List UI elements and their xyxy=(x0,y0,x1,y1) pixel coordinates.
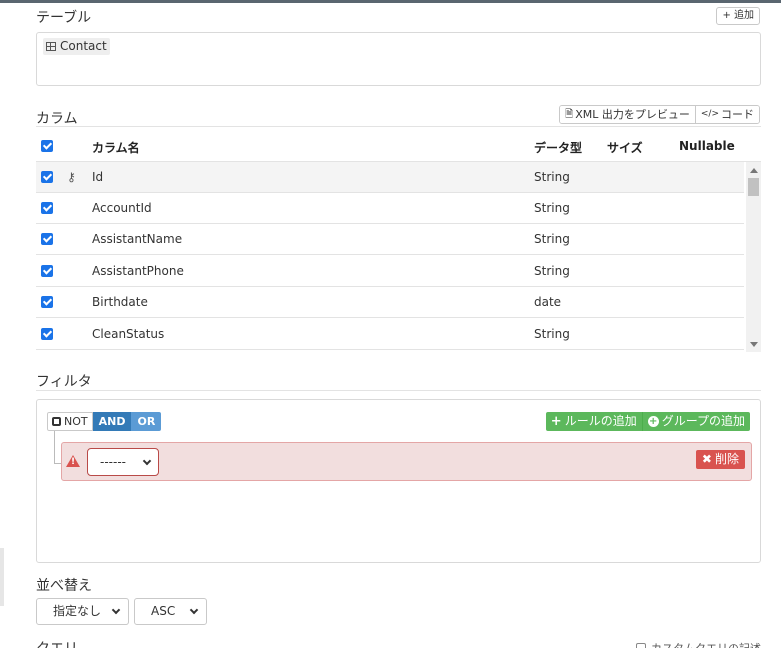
select-all-checkbox[interactable] xyxy=(41,140,53,152)
logic-toggle-group: NOT AND OR xyxy=(47,412,162,431)
delete-label: 削除 xyxy=(714,452,739,466)
column-name: AssistantPhone xyxy=(92,264,184,278)
scroll-down-icon[interactable] xyxy=(750,342,758,347)
table-row[interactable]: Birthdate date xyxy=(36,287,744,318)
column-name: Birthdate xyxy=(92,295,148,309)
divider xyxy=(36,390,761,391)
column-name: AssistantName xyxy=(92,232,183,246)
columns-table-body: ⚷ Id String AccountId String AssistantNa… xyxy=(36,161,761,352)
column-name: Id xyxy=(92,170,104,184)
chevron-down-icon xyxy=(142,456,152,466)
column-type: String xyxy=(534,201,570,215)
table-grid-icon xyxy=(46,42,56,51)
add-rule-button[interactable]: + ルールの追加 xyxy=(545,412,642,431)
row-checkbox[interactable] xyxy=(41,328,53,340)
xml-preview-label: XML 出力をプレビュー xyxy=(575,108,690,121)
add-rule-label: ルールの追加 xyxy=(564,414,637,428)
plus-icon: + xyxy=(550,414,562,429)
filter-builder: NOT AND OR + ルールの追加 + グループの追加 ------ ✖ 削… xyxy=(36,399,761,563)
code-button-label: コード xyxy=(721,108,754,121)
table-chip-label: Contact xyxy=(60,39,107,53)
sort-field-value: 指定なし xyxy=(53,604,102,618)
divider xyxy=(36,126,761,127)
columns-scrollbar[interactable] xyxy=(746,162,761,352)
header-nullable: Nullable xyxy=(679,139,735,153)
row-checkbox[interactable] xyxy=(41,171,53,183)
scroll-thumb[interactable] xyxy=(748,178,759,196)
column-type: String xyxy=(534,264,570,278)
column-type: String xyxy=(534,170,570,184)
not-toggle[interactable]: NOT xyxy=(47,412,93,431)
xml-preview-button[interactable]: 🗎 XML 出力をプレビュー xyxy=(560,106,695,123)
code-icon: </> xyxy=(700,109,719,119)
add-group-label: グループの追加 xyxy=(661,414,745,428)
column-type: String xyxy=(534,327,570,341)
sort-field-select[interactable]: 指定なし xyxy=(36,598,129,625)
warning-icon xyxy=(66,455,80,467)
column-type: date xyxy=(534,295,562,309)
checkbox-icon xyxy=(52,417,61,426)
columns-toolbar: 🗎 XML 出力をプレビュー </> コード xyxy=(559,105,760,124)
or-button[interactable]: OR xyxy=(131,412,162,431)
scroll-up-icon[interactable] xyxy=(750,168,758,173)
close-icon: ✖ xyxy=(701,452,712,466)
sort-order-value: ASC xyxy=(151,604,176,618)
sort-order-select[interactable]: ASC xyxy=(134,598,207,625)
column-name: AccountId xyxy=(92,201,152,215)
plus-circle-icon: + xyxy=(647,416,659,427)
table-row[interactable]: AccountId String xyxy=(36,193,744,224)
chevron-down-icon xyxy=(189,605,199,615)
table-row[interactable]: AssistantName String xyxy=(36,224,744,255)
rule-actions: + ルールの追加 + グループの追加 xyxy=(545,412,750,431)
columns-section-title: カラム xyxy=(36,111,78,127)
filter-rule: ------ ✖ 削除 xyxy=(61,442,752,481)
header-column-name: カラム名 xyxy=(92,141,140,155)
code-button[interactable]: </> コード xyxy=(694,106,759,123)
table-list: Contact xyxy=(36,32,761,86)
document-icon: 🗎 xyxy=(565,109,574,120)
filter-section-title: フィルタ xyxy=(36,374,92,390)
table-row[interactable]: AssistantPhone String xyxy=(36,256,744,287)
left-edge-marker xyxy=(0,548,4,606)
header-size: サイズ xyxy=(607,141,643,155)
row-checkbox[interactable] xyxy=(41,265,53,277)
table-chip-contact[interactable]: Contact xyxy=(43,38,110,55)
delete-rule-button[interactable]: ✖ 削除 xyxy=(695,450,745,469)
add-table-button[interactable]: + 追加 xyxy=(716,7,760,25)
not-label: NOT xyxy=(64,415,88,428)
columns-table-header: カラム名 データ型 サイズ Nullable xyxy=(36,134,761,161)
custom-query-label: カスタムクエリの記述 xyxy=(651,640,761,648)
table-row[interactable]: CleanStatus String xyxy=(36,319,744,350)
row-checkbox[interactable] xyxy=(41,202,53,214)
rule-field-value: ------ xyxy=(100,455,126,469)
row-checkbox[interactable] xyxy=(41,233,53,245)
and-button[interactable]: AND xyxy=(92,412,132,431)
table-row[interactable]: ⚷ Id String xyxy=(36,162,744,193)
header-data-type: データ型 xyxy=(534,141,583,155)
custom-query-checkbox[interactable] xyxy=(636,643,646,648)
table-section-title: テーブル xyxy=(36,10,92,26)
chevron-down-icon xyxy=(111,605,121,615)
rule-field-select[interactable]: ------ xyxy=(87,448,159,476)
column-name: CleanStatus xyxy=(92,327,165,341)
key-icon: ⚷ xyxy=(67,170,76,184)
column-type: String xyxy=(534,232,570,246)
top-border xyxy=(0,0,781,3)
sort-section-title: 並べ替え xyxy=(36,578,92,594)
add-group-button[interactable]: + グループの追加 xyxy=(641,412,750,431)
query-section-title: クエリ xyxy=(36,638,78,648)
custom-query-toggle[interactable]: カスタムクエリの記述 xyxy=(636,640,761,648)
row-checkbox[interactable] xyxy=(41,296,53,308)
